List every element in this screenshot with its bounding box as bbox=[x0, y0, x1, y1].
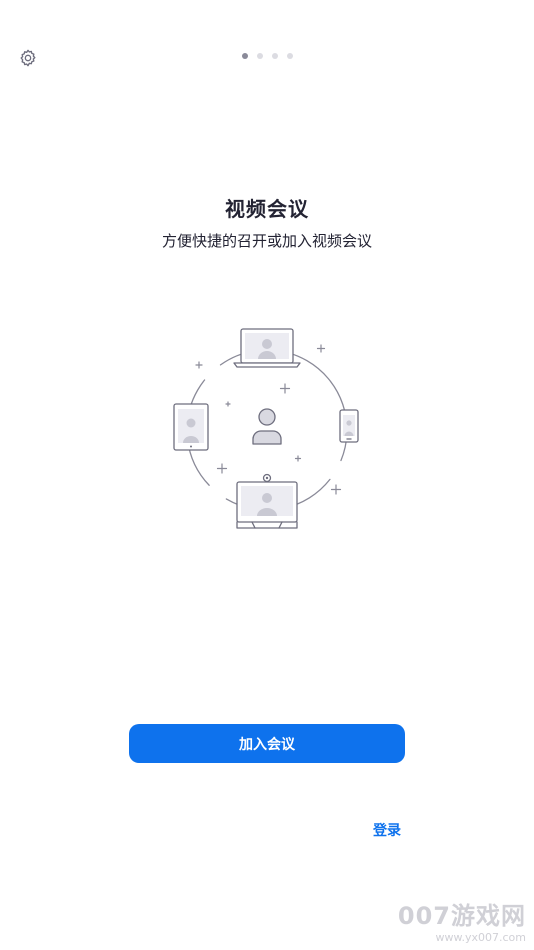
watermark-text: 007游戏网 bbox=[397, 902, 526, 930]
page-dot-3[interactable] bbox=[271, 53, 278, 59]
join-meeting-button[interactable]: 加入会议 bbox=[129, 724, 405, 763]
page-dot-1[interactable] bbox=[241, 53, 248, 59]
page-dot-4[interactable] bbox=[286, 53, 293, 59]
video-meeting-devices-illustration bbox=[173, 328, 359, 529]
user-icon bbox=[252, 408, 282, 445]
tablet-icon bbox=[173, 403, 209, 451]
room-display-icon bbox=[236, 473, 298, 529]
page-subtitle: 方便快捷的召开或加入视频会议 bbox=[161, 232, 372, 250]
laptop-icon bbox=[233, 328, 301, 368]
watermark-logo: 007游戏网 www.yx007.com bbox=[398, 896, 526, 944]
page-dot-2[interactable] bbox=[256, 53, 263, 59]
watermark-url: www.yx007.com bbox=[435, 931, 526, 944]
page-title: 视频会议 bbox=[225, 197, 309, 221]
onboarding-screen: 视频会议 方便快捷的召开或加入视频会议 加入会议 登录 007游戏网 www.y… bbox=[0, 0, 534, 950]
login-link[interactable]: 登录 bbox=[373, 820, 401, 840]
page-indicator bbox=[0, 53, 534, 59]
phone-icon bbox=[339, 409, 359, 443]
